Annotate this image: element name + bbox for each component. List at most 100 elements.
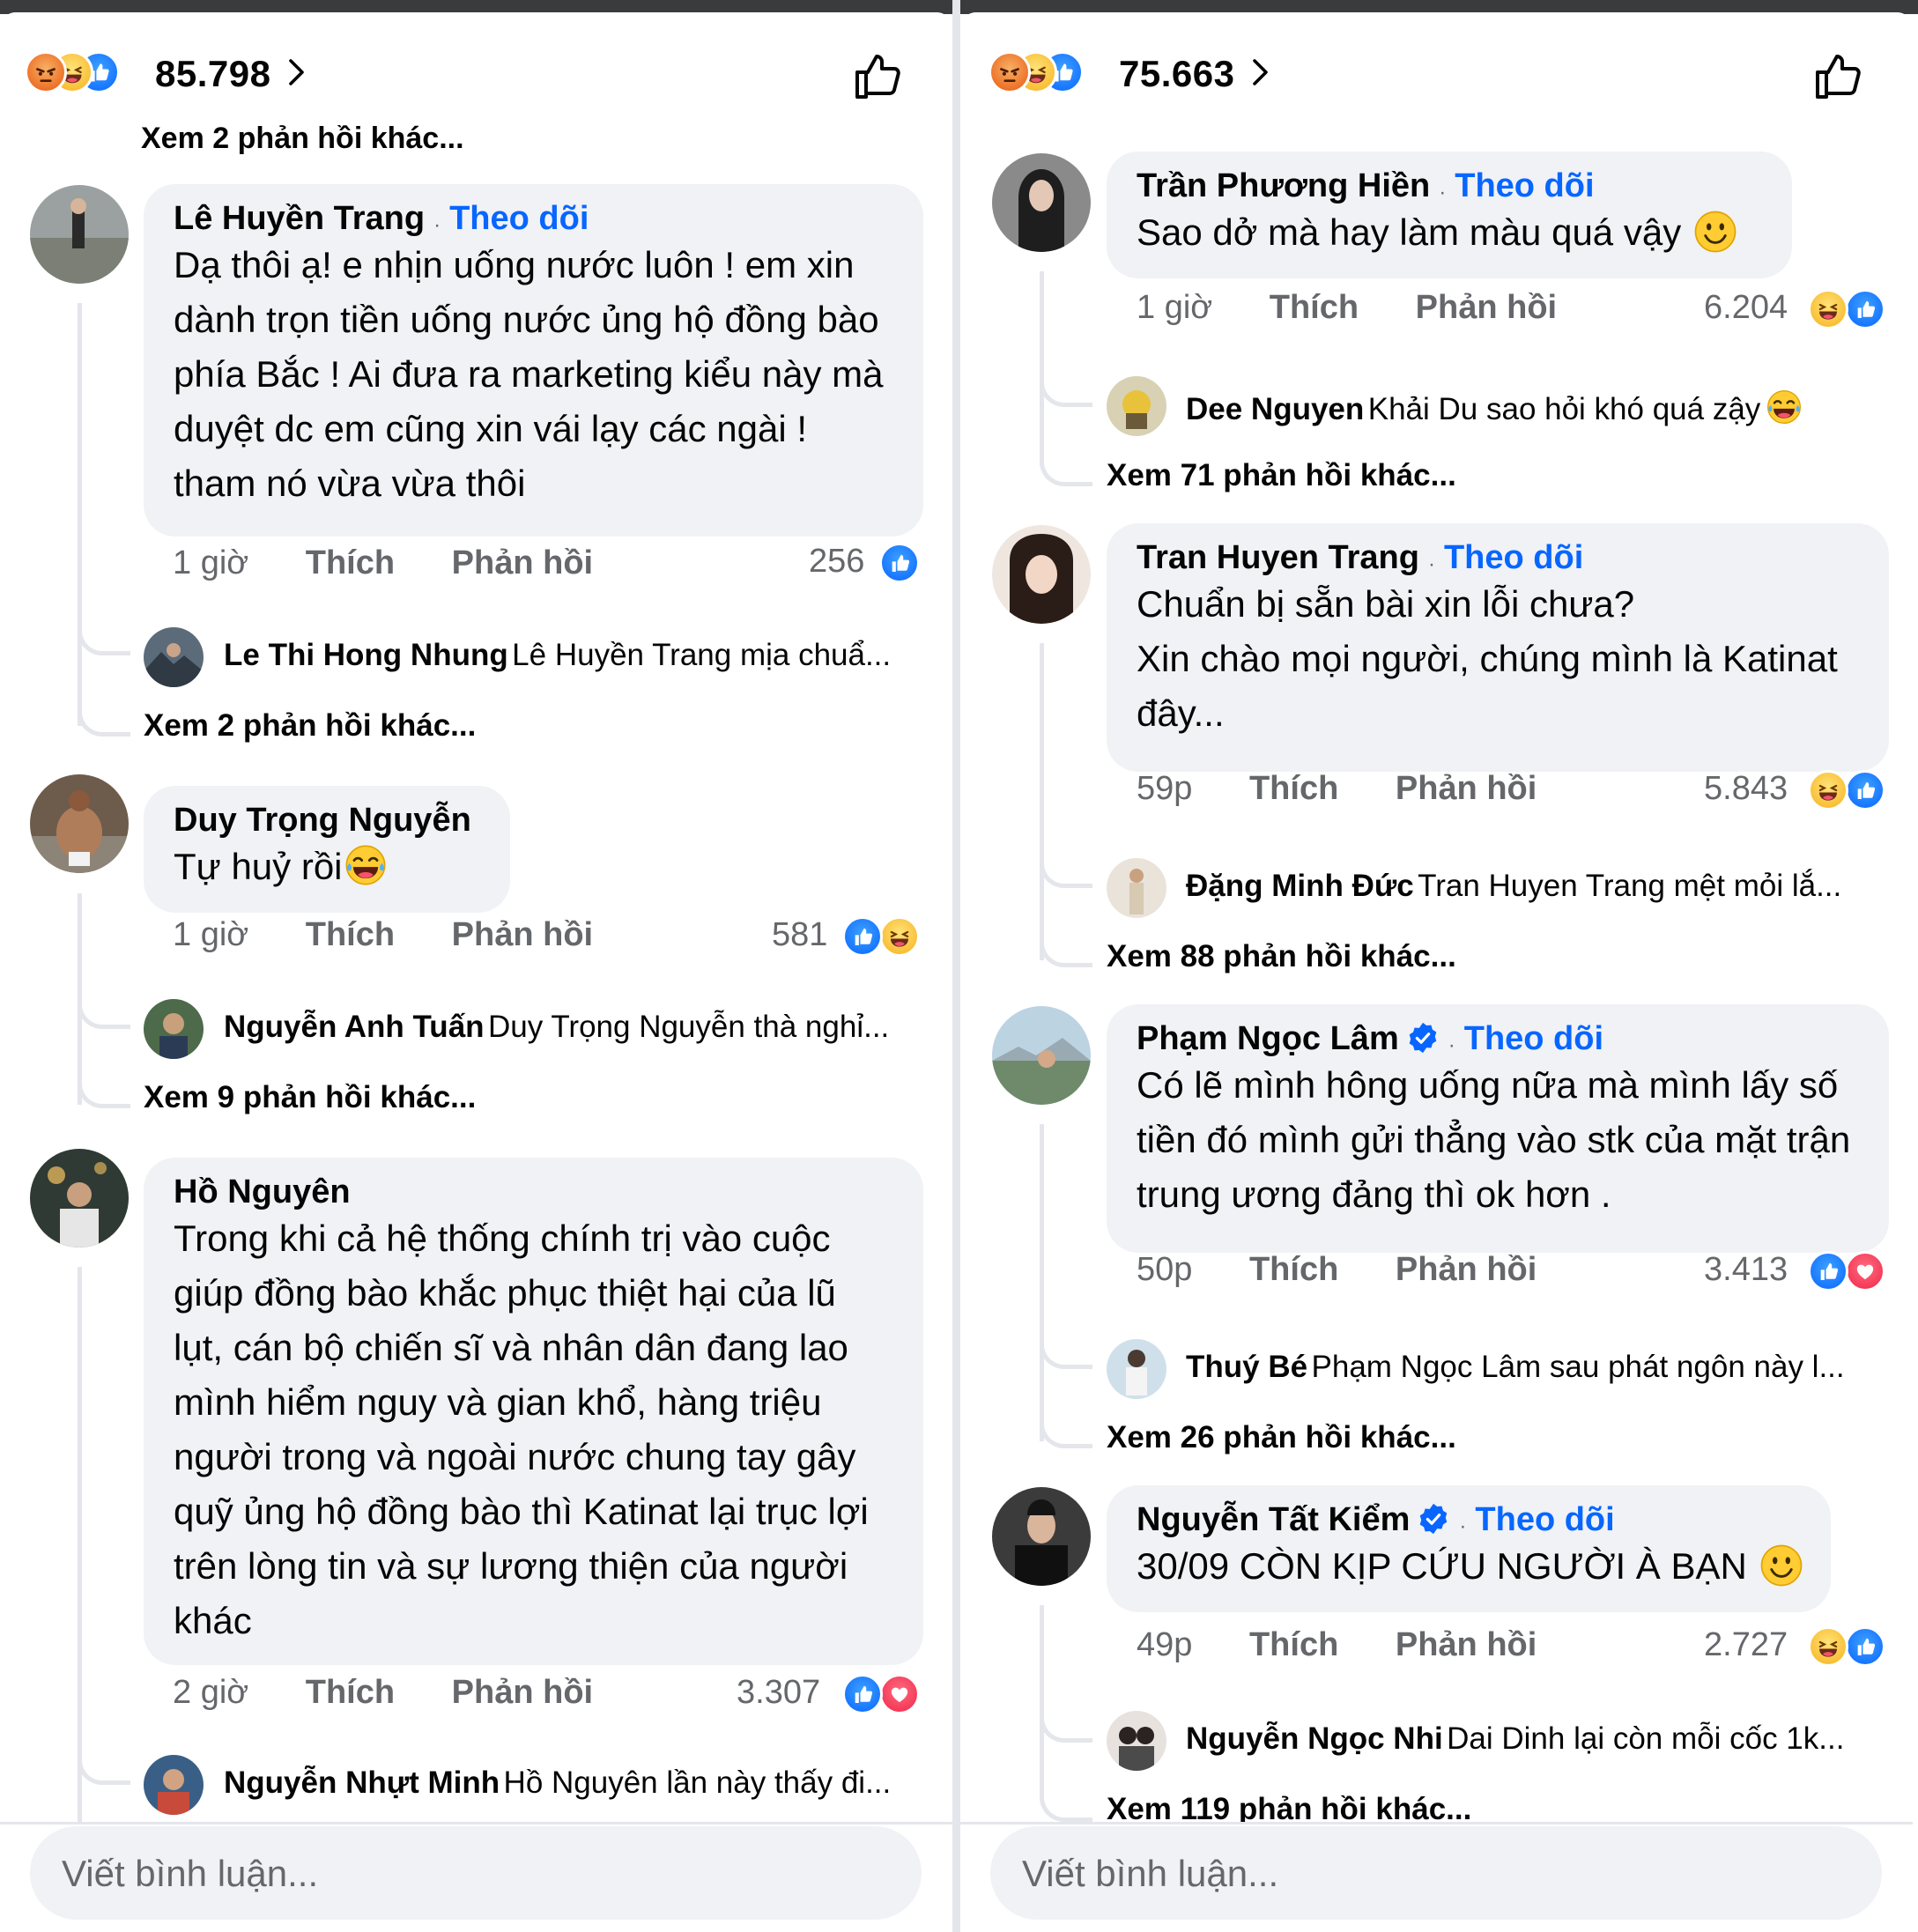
- comment-composer[interactable]: [990, 1826, 1882, 1921]
- love-reaction-icon: [1845, 1251, 1885, 1292]
- avatar[interactable]: [144, 1755, 204, 1815]
- comment-text-line: Xin chào mọi người, chúng mình là Katina…: [1137, 638, 1838, 734]
- reply-author[interactable]: Le Thi Hong Nhung: [224, 638, 508, 672]
- reply-text: Dai Dinh lại còn mỗi cốc 1k...: [1447, 1721, 1845, 1756]
- comment-text: Dạ thôi ạ! e nhịn uống nước luôn ! em xi…: [174, 244, 884, 504]
- reply-button[interactable]: Phản hồi: [452, 544, 593, 581]
- avatar[interactable]: [992, 1487, 1091, 1586]
- thread-connector: [78, 1052, 130, 1108]
- reply-preview[interactable]: Đặng Minh Đức Tran Huyen Trang mệt mỏi l…: [1186, 869, 1891, 904]
- follow-button[interactable]: Theo dõi: [1455, 167, 1594, 204]
- see-more-replies-link-partial[interactable]: Xem 2 phản hồi khác...: [141, 122, 464, 156]
- like-button[interactable]: Thích: [306, 916, 395, 953]
- comment-bubble[interactable]: Tran Huyen Trang · Theo dõi Chuẩn bị sẵn b…: [1107, 523, 1889, 772]
- reply-preview[interactable]: Nguyễn Ngọc Nhi Dai Dinh lại còn mỗi cốc…: [1186, 1721, 1891, 1757]
- comment-bubble[interactable]: Lê Huyền Trang · Theo dõi Dạ thôi ạ! e nhị…: [144, 184, 923, 537]
- thumbs-up-outline-icon[interactable]: [850, 48, 907, 104]
- comment-text: 30/09 CÒN KỊP CỨU NGƯỜI À BẠN: [1137, 1545, 1747, 1587]
- see-more-replies-link[interactable]: Xem 88 phản hồi khác...: [1107, 939, 1456, 974]
- reaction-count[interactable]: 2.727: [1704, 1626, 1788, 1664]
- comment-input[interactable]: [1020, 1826, 1817, 1921]
- avatar[interactable]: [992, 525, 1091, 624]
- reply-button[interactable]: Phản hồi: [1396, 770, 1537, 807]
- reply-button[interactable]: Phản hồi: [1396, 1251, 1537, 1288]
- reply-author[interactable]: Dee Nguyen: [1186, 392, 1364, 426]
- comment-bubble[interactable]: Duy Trọng Nguyễn Tự huỷ rồi: [144, 786, 510, 913]
- avatar[interactable]: [30, 1149, 129, 1247]
- chevron-right-icon: [1244, 56, 1276, 88]
- commenter-name[interactable]: Hồ Nguyên: [174, 1173, 893, 1211]
- comment-bubble[interactable]: Nguyễn Tất Kiểm · Theo dõi 30/09 CÒN KỊP C…: [1107, 1485, 1831, 1612]
- thread-connector: [1040, 351, 1092, 407]
- reply-author[interactable]: Nguyễn Anh Tuấn: [224, 1010, 485, 1044]
- avatar[interactable]: [1107, 858, 1166, 918]
- reply-preview[interactable]: Thuý Bé Phạm Ngọc Lâm sau phát ngôn này …: [1186, 1350, 1891, 1385]
- avatar[interactable]: [144, 999, 204, 1059]
- commenter-name[interactable]: Phạm Ngọc Lâm: [1137, 1020, 1399, 1057]
- avatar[interactable]: [1107, 1339, 1166, 1399]
- reaction-count[interactable]: 6.204: [1704, 289, 1788, 327]
- like-reaction-icon: [1845, 770, 1885, 811]
- reaction-total: 75.663: [1119, 53, 1235, 94]
- commenter-name[interactable]: Lê Huyền Trang: [174, 200, 425, 237]
- reaction-count[interactable]: 5.843: [1704, 770, 1788, 808]
- reply-preview[interactable]: Dee Nguyen Khải Du sao hỏi khó quá zậy: [1186, 388, 1891, 427]
- like-button[interactable]: Thích: [1249, 1251, 1338, 1288]
- avatar[interactable]: [992, 153, 1091, 252]
- reaction-count[interactable]: 3.307: [737, 1674, 820, 1712]
- see-more-replies-link[interactable]: Xem 26 phản hồi khác...: [1107, 1420, 1456, 1455]
- commenter-name[interactable]: Trần Phương Hiền: [1137, 167, 1430, 204]
- verified-badge-icon: [1417, 1502, 1450, 1536]
- comment-bubble[interactable]: Phạm Ngọc Lâm · Theo dõi Có lẽ mình hông u…: [1107, 1004, 1889, 1253]
- see-more-replies-link[interactable]: Xem 2 phản hồi khác...: [144, 708, 476, 744]
- reply-author[interactable]: Nguyễn Nhựt Minh: [224, 1765, 500, 1800]
- avatar[interactable]: [1107, 1711, 1166, 1771]
- commenter-name[interactable]: Duy Trọng Nguyễn: [174, 802, 480, 840]
- see-more-replies-link[interactable]: Xem 71 phản hồi khác...: [1107, 458, 1456, 493]
- avatar[interactable]: [1107, 376, 1166, 436]
- reaction-count[interactable]: 256: [809, 543, 864, 581]
- like-button[interactable]: Thích: [1249, 1626, 1338, 1663]
- thumbs-up-outline-icon[interactable]: [1811, 48, 1867, 104]
- like-button[interactable]: Thích: [306, 544, 395, 581]
- laughing-emoji-icon: [1765, 388, 1803, 426]
- reply-button[interactable]: Phản hồi: [452, 1674, 593, 1711]
- comment-composer[interactable]: [30, 1826, 922, 1921]
- follow-button[interactable]: Theo dõi: [449, 200, 589, 237]
- reaction-count[interactable]: 3.413: [1704, 1251, 1788, 1289]
- avatar[interactable]: [30, 774, 129, 873]
- reply-preview[interactable]: Le Thi Hong Nhung Lê Huyền Trang mịa chu…: [224, 638, 929, 673]
- reaction-count[interactable]: 581: [772, 916, 827, 954]
- reply-preview[interactable]: Nguyễn Nhựt Minh Hồ Nguyên lần này thấy …: [224, 1765, 929, 1801]
- reply-author[interactable]: Thuý Bé: [1186, 1350, 1307, 1384]
- avatar[interactable]: [30, 185, 129, 284]
- comment-input[interactable]: [60, 1826, 856, 1921]
- reply-author[interactable]: Đặng Minh Đức: [1186, 869, 1414, 903]
- reply-button[interactable]: Phản hồi: [1416, 289, 1557, 326]
- angry-reaction-icon: [25, 51, 67, 93]
- like-button[interactable]: Thích: [1249, 770, 1338, 807]
- follow-button[interactable]: Theo dõi: [1464, 1020, 1603, 1057]
- reply-button[interactable]: Phản hồi: [1396, 1626, 1537, 1663]
- comment-time: 2 giờ: [173, 1674, 249, 1711]
- commenter-name[interactable]: Nguyễn Tất Kiểm: [1137, 1501, 1410, 1538]
- like-button[interactable]: Thích: [306, 1674, 395, 1711]
- separator-dot: ·: [433, 212, 441, 237]
- haha-reaction-icon: [1808, 1626, 1848, 1667]
- like-button[interactable]: Thích: [1270, 289, 1359, 326]
- reply-button[interactable]: Phản hồi: [452, 916, 593, 953]
- see-more-replies-link[interactable]: Xem 9 phản hồi khác...: [144, 1080, 476, 1115]
- thread-connector: [78, 594, 130, 655]
- like-reaction-icon: [1808, 1251, 1848, 1292]
- thread-connector: [1040, 832, 1092, 888]
- commenter-name[interactable]: Tran Huyen Trang: [1137, 539, 1419, 576]
- reply-author[interactable]: Nguyễn Ngọc Nhi: [1186, 1721, 1443, 1756]
- comment-bubble[interactable]: Trần Phương Hiền · Theo dõi Sao dở mà hay …: [1107, 152, 1792, 278]
- avatar[interactable]: [144, 627, 204, 687]
- follow-button[interactable]: Theo dõi: [1475, 1501, 1614, 1538]
- avatar[interactable]: [992, 1006, 1091, 1105]
- follow-button[interactable]: Theo dõi: [1444, 539, 1583, 576]
- reply-preview[interactable]: Nguyễn Anh Tuấn Duy Trọng Nguyễn thà ngh…: [224, 1010, 929, 1045]
- comment-bubble[interactable]: Hồ Nguyên Trong khi cả hệ thống chính tr…: [144, 1158, 923, 1665]
- reply-text: Duy Trọng Nguyễn thà nghỉ...: [488, 1010, 890, 1044]
